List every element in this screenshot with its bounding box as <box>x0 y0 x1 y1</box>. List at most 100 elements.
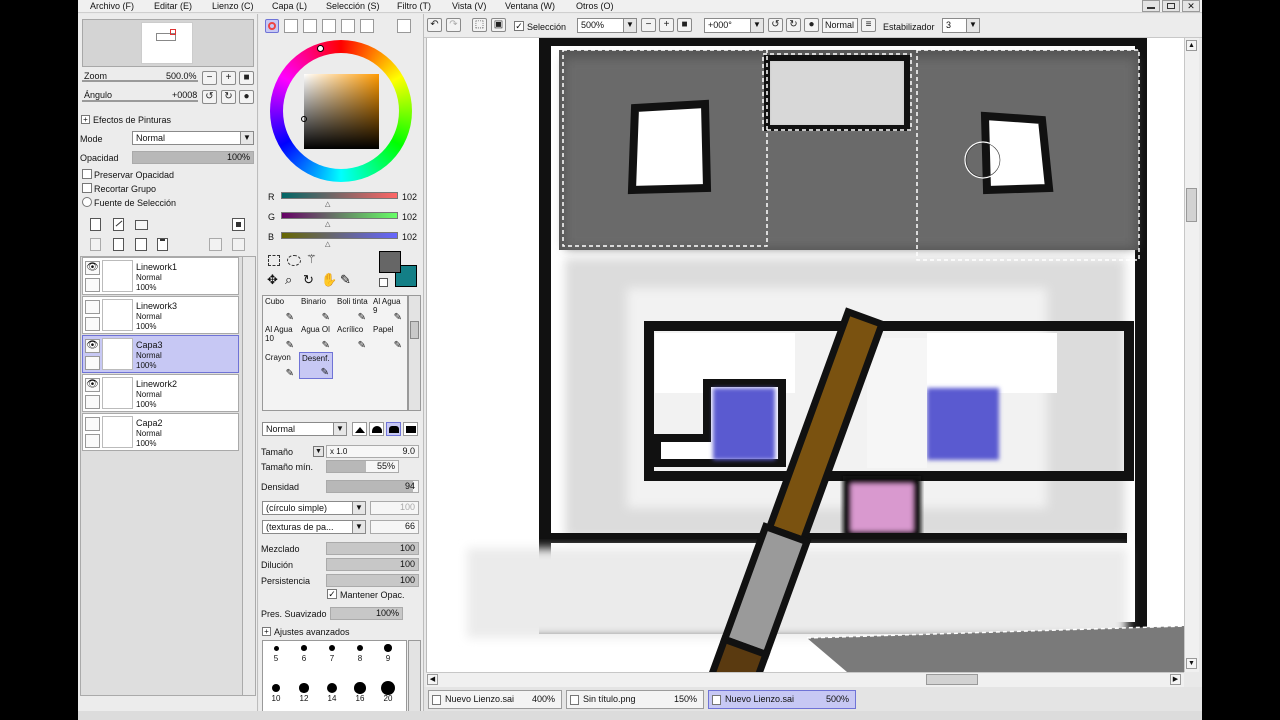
maximize-button[interactable] <box>1162 0 1180 12</box>
sv-marker[interactable] <box>301 116 307 122</box>
g-slider[interactable] <box>281 212 398 219</box>
min-size-slider[interactable]: 55% <box>326 460 399 473</box>
brush-slot-binario[interactable]: Binario ✎ <box>299 296 333 323</box>
saturation-value-square[interactable] <box>304 74 379 149</box>
delete-mask-icon[interactable] <box>232 238 245 251</box>
menu-lienzo[interactable]: Lienzo (C) <box>212 0 254 12</box>
clip-group-checkbox[interactable] <box>82 183 92 193</box>
layer-lock-icon[interactable] <box>85 278 100 292</box>
layer-lock-icon[interactable] <box>85 356 100 370</box>
drawing-canvas[interactable] <box>426 38 1184 672</box>
menu-vista[interactable]: Vista (V) <box>452 0 486 12</box>
vertical-scrollbar[interactable]: ▲ ▼ <box>1184 38 1199 672</box>
flat-edge-shape-button[interactable] <box>403 422 418 436</box>
zoom-reset-toolbar-button[interactable]: ■ <box>677 18 692 32</box>
zoom-select[interactable]: 500% ▼ <box>577 18 637 33</box>
scroll-down-icon[interactable]: ▼ <box>1186 658 1197 669</box>
blend-slider[interactable]: 100 <box>326 542 419 555</box>
new-folder-icon[interactable] <box>135 220 148 230</box>
brush-slot-acr-lico[interactable]: Acrílico ✎ <box>335 324 369 351</box>
brush-shape-strength[interactable]: 100 <box>370 501 419 515</box>
merge-down-icon[interactable] <box>113 238 124 251</box>
brush-slot-desenf-[interactable]: Desenf. ✎ <box>299 352 333 379</box>
menu-editar[interactable]: Editar (E) <box>154 0 192 12</box>
document-tab[interactable]: Nuevo Lienzo.sai 500% <box>708 690 856 709</box>
color-wheel-mode-icon[interactable] <box>265 19 279 33</box>
brush-slot-boli-tinta[interactable]: Boli tinta ✎ <box>335 296 369 323</box>
redo-button[interactable]: ↷ <box>446 18 461 32</box>
expand-advanced-icon[interactable]: + <box>262 627 271 636</box>
lasso-tool-icon[interactable] <box>287 255 301 266</box>
minimize-button[interactable] <box>1142 0 1160 12</box>
rgb-slider-mode-icon[interactable] <box>284 19 298 33</box>
brush-size-dot-20[interactable] <box>381 681 395 695</box>
density-slider[interactable]: 94 <box>326 480 419 493</box>
brush-palette-scrollbar[interactable] <box>408 295 421 411</box>
rect-select-tool-icon[interactable] <box>268 255 280 266</box>
soft-edge-shape-button[interactable] <box>369 422 384 436</box>
new-layer-icon[interactable] <box>90 218 101 231</box>
layer-row-linework1[interactable]: 👁 Linework1 Normal 100% <box>82 257 239 295</box>
zoom-in-button[interactable]: + <box>221 71 236 85</box>
angle-select[interactable]: +000° ▼ <box>704 18 764 33</box>
expand-icon[interactable]: + <box>81 115 90 124</box>
document-tab[interactable]: Nuevo Lienzo.sai 400% <box>428 690 562 709</box>
rotate-tool-icon[interactable]: ↻ <box>303 272 314 288</box>
show-selection-checkbox[interactable]: ✓ <box>514 21 524 31</box>
zoom-out-toolbar-button[interactable]: − <box>641 18 656 32</box>
brush-slot-agua-ol[interactable]: Agua Ol ✎ <box>299 324 333 351</box>
brush-size-dot-12[interactable] <box>299 683 309 693</box>
round-edge-shape-button[interactable] <box>386 422 401 436</box>
move-tool-icon[interactable]: ✥ <box>267 272 278 288</box>
hand-tool-icon[interactable]: ✋ <box>321 272 337 288</box>
vertical-scroll-thumb[interactable] <box>1186 188 1197 222</box>
swap-colors-icon[interactable] <box>379 278 388 287</box>
horizontal-scrollbar[interactable]: ◀ ▶ <box>426 672 1184 687</box>
layer-lock-icon[interactable] <box>85 317 100 331</box>
persistence-slider[interactable]: 100 <box>326 574 419 587</box>
layer-row-capa3[interactable]: 👁 Capa3 Normal 100% <box>82 335 239 373</box>
navigator-preview[interactable] <box>82 19 254 67</box>
menu-ventana[interactable]: Ventana (W) <box>505 0 555 12</box>
eye-icon[interactable]: 👁 <box>85 378 100 392</box>
horizontal-scroll-thumb[interactable] <box>926 674 978 685</box>
layer-list-scrollbar[interactable] <box>242 257 255 695</box>
rotate-left-button[interactable]: ↺ <box>202 90 217 104</box>
layer-row-linework2[interactable]: 👁 Linework2 Normal 100% <box>82 374 239 412</box>
brush-slot-al-agua-10[interactable]: Al Agua 10 ✎ <box>263 324 297 351</box>
stabilizer-select[interactable]: 3 ▼ <box>942 18 980 33</box>
brush-slot-crayon[interactable]: Crayon ✎ <box>263 352 297 379</box>
brush-slot-cubo[interactable]: Cubo ✎ <box>263 296 297 323</box>
keep-opacity-checkbox[interactable]: ✓ <box>327 589 337 599</box>
transfer-down-icon[interactable] <box>90 238 101 251</box>
invert-selection-button[interactable]: ▣ <box>491 18 506 32</box>
gradient-slider-mode-icon[interactable] <box>322 19 336 33</box>
brush-size-scrollbar[interactable] <box>408 640 421 720</box>
brush-size-dot-6[interactable] <box>301 645 307 651</box>
layer-lock-icon[interactable] <box>85 395 100 409</box>
close-button[interactable]: ✕ <box>1182 0 1200 12</box>
layer-mode-select[interactable]: Normal ▼ <box>132 131 254 145</box>
zoom-in-toolbar-button[interactable]: + <box>659 18 674 32</box>
scroll-right-icon[interactable]: ▶ <box>1170 674 1181 685</box>
brush-size-dot-8[interactable] <box>356 644 364 652</box>
menu-archivo[interactable]: Archivo (F) <box>90 0 134 12</box>
preserve-opacity-checkbox[interactable] <box>82 169 92 179</box>
b-slider[interactable] <box>281 232 398 239</box>
layer-row-linework3[interactable]: Linework3 Normal 100% <box>82 296 239 334</box>
brush-size-dot-14[interactable] <box>326 682 338 694</box>
rotate-right-toolbar-button[interactable]: ↻ <box>786 18 801 32</box>
trash-icon[interactable] <box>157 238 168 251</box>
rotate-left-toolbar-button[interactable]: ↺ <box>768 18 783 32</box>
r-slider[interactable] <box>281 192 398 199</box>
layer-row-capa2[interactable]: Capa2 Normal 100% <box>82 413 239 451</box>
layer-lock-icon[interactable] <box>85 434 100 448</box>
deselect-button[interactable]: ⬚ <box>472 18 487 32</box>
brush-texture-select[interactable]: (texturas de pa... ▼ <box>262 520 366 534</box>
layer-mask-icon[interactable] <box>232 218 245 231</box>
hard-edge-shape-button[interactable] <box>352 422 367 436</box>
zoom-out-button[interactable]: − <box>202 71 217 85</box>
scratch-pad-mode-icon[interactable] <box>360 19 374 33</box>
brush-size-dot-10[interactable] <box>272 684 280 692</box>
eye-icon[interactable]: 👁 <box>85 261 100 275</box>
